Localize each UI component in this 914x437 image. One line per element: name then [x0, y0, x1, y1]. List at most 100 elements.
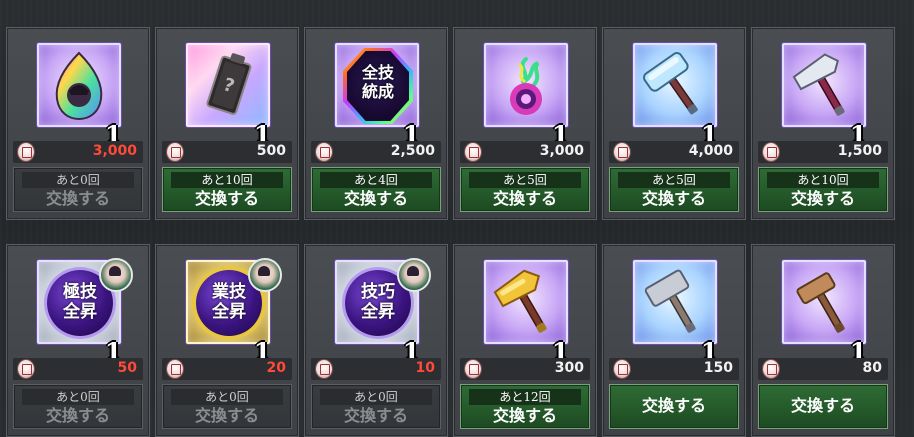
exchange-ticket-icon [167, 143, 183, 161]
item-frame[interactable] [484, 43, 568, 127]
price-bar: 4,000 [609, 141, 739, 163]
exchange-label: 交換する [641, 396, 706, 415]
price: 2,500 [390, 143, 435, 159]
exchange-label: 交換する [194, 406, 259, 425]
price: 80 [862, 360, 882, 376]
shop-card: 1 300 あと12回 交換する [453, 244, 597, 437]
exchange-button[interactable]: あと4回 交換する [311, 167, 441, 212]
shop-card: 1 80 交換する [751, 244, 895, 437]
exchange-button[interactable]: あと0回 交換する [13, 167, 143, 212]
emblem-text: 全技統成 [361, 63, 394, 101]
exchange-label: 交換する [790, 189, 855, 208]
price-bar: 3,000 [460, 141, 590, 163]
exchange-label: 交換する [45, 189, 110, 208]
exchange-button[interactable]: 交換する [758, 384, 888, 429]
shop-card: 1 3,000 あと5回 交換する [453, 27, 597, 220]
item-frame[interactable]: 全技統成 [335, 43, 419, 127]
exchange-ticket-icon [18, 143, 34, 161]
remaining-count: あと0回 [22, 389, 134, 405]
price: 3,000 [539, 143, 584, 159]
character-avatar [397, 258, 431, 292]
crystal-hammer-icon [643, 52, 698, 115]
price: 10 [415, 360, 435, 376]
mystery-tablet-icon: ? [206, 53, 252, 115]
price: 500 [256, 143, 286, 159]
shop-card: 業技全昇 1 20 あと0回 交換する [155, 244, 299, 437]
price: 300 [554, 360, 584, 376]
item-frame[interactable] [633, 260, 717, 344]
price-bar: 20 [162, 358, 292, 380]
exchange-button[interactable]: あと5回 交換する [460, 167, 590, 212]
remaining-count: あと5回 [618, 172, 730, 188]
spirit-flame-orb-icon [510, 57, 542, 115]
price-bar: 2,500 [311, 141, 441, 163]
exchange-label: 交換する [641, 189, 706, 208]
exchange-label: 交換する [194, 189, 259, 208]
remaining-count: あと0回 [171, 389, 283, 405]
item-frame[interactable] [484, 260, 568, 344]
exchange-button[interactable]: あと0回 交換する [162, 384, 292, 429]
exchange-button[interactable]: あと12回 交換する [460, 384, 590, 429]
item-frame[interactable] [633, 43, 717, 127]
silver-hammer-icon [792, 53, 845, 116]
price-bar: 500 [162, 141, 292, 163]
exchange-ticket-icon [763, 143, 779, 161]
price-bar: 50 [13, 358, 143, 380]
price: 3,000 [92, 143, 137, 159]
character-avatar [99, 258, 133, 292]
exchange-button[interactable]: あと10回 交換する [162, 167, 292, 212]
exchange-ticket-icon [465, 360, 481, 378]
shop-card: 全技統成 1 2,500 あと4回 交換する [304, 27, 448, 220]
remaining-count: あと0回 [320, 389, 432, 405]
exchange-ticket-icon [316, 143, 332, 161]
exchange-ticket-icon [316, 360, 332, 378]
orb-text: 業技全昇 [212, 282, 246, 322]
steel-hammer-icon [644, 269, 696, 333]
item-frame[interactable]: ? [186, 43, 270, 127]
shop-card: 1 150 交換する [602, 244, 746, 437]
price: 150 [703, 360, 733, 376]
shop-card: 技巧全昇 1 10 あと0回 交換する [304, 244, 448, 437]
rainbow-gem-icon [55, 51, 103, 121]
price-bar: 10 [311, 358, 441, 380]
item-frame[interactable] [782, 43, 866, 127]
item-frame[interactable] [37, 43, 121, 127]
price-bar: 150 [609, 358, 739, 380]
exchange-label: 交換する [45, 406, 110, 425]
exchange-ticket-icon [167, 360, 183, 378]
price-bar: 3,000 [13, 141, 143, 163]
price: 20 [266, 360, 286, 376]
exchange-label: 交換する [790, 396, 855, 415]
exchange-label: 交換する [492, 189, 557, 208]
price-bar: 80 [758, 358, 888, 380]
exchange-ticket-icon [614, 360, 630, 378]
remaining-count: あと5回 [469, 172, 581, 188]
wood-hammer-icon [796, 272, 845, 333]
remaining-count: あと10回 [171, 172, 283, 188]
shop-card: ? 1 500 あと10回 交換する [155, 27, 299, 220]
remaining-count: あと0回 [22, 172, 134, 188]
exchange-button[interactable]: あと10回 交換する [758, 167, 888, 212]
price-bar: 1,500 [758, 141, 888, 163]
remaining-count: あと10回 [767, 172, 879, 188]
item-frame[interactable] [782, 260, 866, 344]
exchange-button[interactable]: あと0回 交換する [13, 384, 143, 429]
remaining-count: あと12回 [469, 389, 581, 405]
price: 4,000 [688, 143, 733, 159]
shop-card: 極技全昇 1 50 あと0回 交換する [6, 244, 150, 437]
exchange-ticket-icon [763, 360, 779, 378]
exchange-button[interactable]: あと5回 交換する [609, 167, 739, 212]
exchange-ticket-icon [18, 360, 34, 378]
price-bar: 300 [460, 358, 590, 380]
price: 1,500 [837, 143, 882, 159]
gold-hammer-icon [493, 269, 547, 333]
exchange-button[interactable]: あと0回 交換する [311, 384, 441, 429]
remaining-count: あと4回 [320, 172, 432, 188]
shop-card: 1 1,500 あと10回 交換する [751, 27, 895, 220]
exchange-ticket-icon [614, 143, 630, 161]
exchange-button[interactable]: 交換する [609, 384, 739, 429]
orb-text: 極技全昇 [63, 282, 97, 322]
exchange-label: 交換する [343, 406, 408, 425]
exchange-label: 交換する [492, 406, 557, 425]
orb-text: 技巧全昇 [361, 282, 395, 322]
